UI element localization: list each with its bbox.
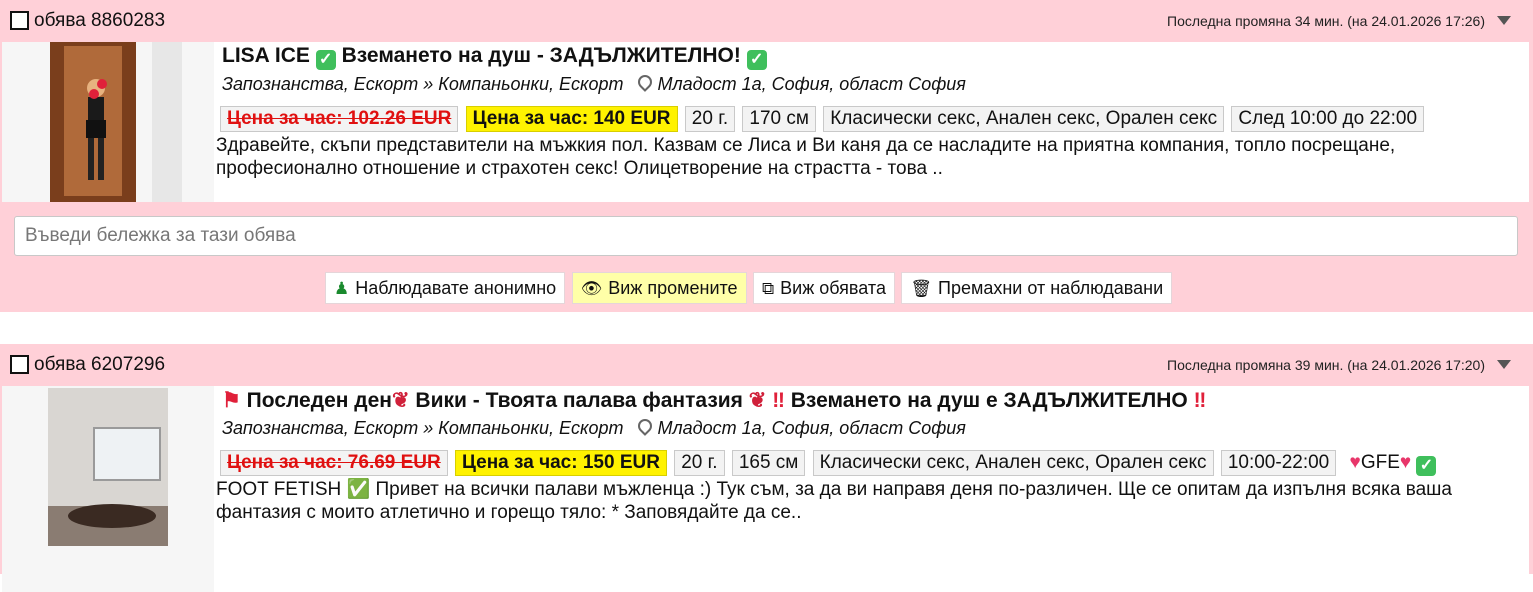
- tags-row: Цена за час: 76.69 EUR Цена за час: 150 …: [220, 450, 1437, 476]
- heart-icon: ♥: [1349, 452, 1361, 473]
- rose-icon: ❦: [748, 389, 767, 412]
- category-breadcrumb[interactable]: Запознанства, Ескорт » Компаньонки, Еско…: [222, 418, 624, 438]
- listing-description: Здравейте, скъпи представители на мъжкия…: [216, 135, 1396, 179]
- incognito-icon: ♟: [334, 279, 350, 298]
- location: Младост 1а, София, област София: [657, 74, 966, 94]
- view-ad-label: Виж обявата: [780, 278, 886, 298]
- view-changes-button[interactable]: 👁 Виж промените: [571, 272, 747, 304]
- location-pin-icon: [634, 72, 655, 92]
- listing-photo[interactable]: [2, 42, 214, 202]
- age-tag: 20 г.: [674, 450, 725, 476]
- height-tag: 165 см: [731, 450, 806, 476]
- remove-label: Премахни от наблюдавани: [938, 278, 1164, 298]
- checkbox-icon[interactable]: [10, 355, 29, 374]
- hours-tag: 10:00-22:00: [1220, 450, 1337, 476]
- rose-icon: ❦: [391, 389, 410, 412]
- eye-icon: 👁: [580, 279, 603, 298]
- flag-icon: ⚑: [222, 389, 241, 412]
- gfe-badge: ♥GFE♥ ✓: [1350, 452, 1437, 476]
- checkmark-icon: ✓: [1416, 456, 1437, 476]
- listing-description: FOOT FETISH ✅ Привет на всички палави мъ…: [216, 479, 1452, 523]
- checkmark-icon: ✓: [746, 50, 767, 70]
- tags-row: Цена за час: 102.26 EUR Цена за час: 140…: [220, 106, 1426, 132]
- location: Младост 1а, София, област София: [657, 418, 966, 438]
- location-pin-icon: [634, 416, 655, 436]
- height-tag: 170 см: [742, 106, 816, 132]
- services-tag: Класически секс, Анален секс, Орален сек…: [812, 450, 1214, 476]
- old-price-tag: Цена за час: 76.69 EUR: [220, 450, 448, 476]
- last-updated: Последна промяна 39 мин. (на 24.01.2026 …: [1167, 357, 1485, 373]
- checkbox-icon[interactable]: [10, 11, 29, 30]
- view-ad-button[interactable]: ⧉ Виж обявата: [753, 272, 895, 304]
- caret-down-icon[interactable]: [1497, 16, 1511, 25]
- listing-title-text: Последен ден: [246, 389, 392, 412]
- new-price-tag: Цена за час: 140 EUR: [465, 106, 678, 132]
- listing-title-text: Вземането на душ е ЗАДЪЛЖИТЕЛНО: [790, 389, 1188, 412]
- exclamation-icon: ‼: [772, 389, 785, 412]
- listing-card: обява 8860283 Последна промяна 34 мин. (…: [0, 0, 1533, 312]
- heart-icon: ♥: [1399, 452, 1412, 473]
- category-line: Запознанства, Ескорт » Компаньонки, Еско…: [222, 72, 966, 95]
- last-updated: Последна промяна 34 мин. (на 24.01.2026 …: [1167, 13, 1485, 29]
- view-changes-label: Виж промените: [608, 278, 738, 298]
- watching-anonymously-button[interactable]: ♟ Наблюдавате анонимно: [325, 272, 566, 304]
- trash-icon: 🗑: [910, 279, 933, 298]
- note-input[interactable]: [14, 216, 1518, 256]
- external-link-icon: ⧉: [762, 279, 775, 298]
- category-line: Запознанства, Ескорт » Компаньонки, Еско…: [222, 416, 966, 439]
- exclamation-icon: ‼: [1193, 389, 1207, 412]
- remove-from-watched-button[interactable]: 🗑 Премахни от наблюдавани: [901, 272, 1173, 304]
- checkmark-icon: ✓: [315, 50, 336, 70]
- ad-id: обява 8860283: [34, 10, 166, 31]
- listing-header: обява 6207296 Последна промяна 39 мин. (…: [0, 344, 1533, 386]
- listing-title[interactable]: LISA ICE ✓ Вземането на душ - ЗАДЪЛЖИТЕЛ…: [222, 44, 767, 70]
- listing-name: Вики - Твоята палава фантазия: [415, 389, 743, 412]
- hours-tag: След 10:00 до 22:00: [1231, 106, 1425, 132]
- listing-body: LISA ICE ✓ Вземането на душ - ЗАДЪЛЖИТЕЛ…: [214, 42, 1529, 202]
- action-bar: ♟ Наблюдавате анонимно 👁 Виж промените ⧉ Ви…: [325, 272, 1174, 304]
- gfe-label: GFE: [1360, 452, 1400, 473]
- listing-header: обява 8860283 Последна промяна 34 мин. (…: [0, 0, 1533, 42]
- services-tag: Класически секс, Анален секс, Орален сек…: [823, 106, 1225, 132]
- listing-card: обява 6207296 Последна промяна 39 мин. (…: [0, 344, 1533, 592]
- listing-title[interactable]: ⚑ Последен ден❦ Вики - Твоята палава фан…: [222, 388, 1206, 413]
- listing-name: LISA ICE: [222, 44, 310, 67]
- category-breadcrumb[interactable]: Запознанства, Ескорт » Компаньонки, Еско…: [222, 74, 624, 94]
- ad-id: обява 6207296: [34, 354, 166, 375]
- new-price-tag: Цена за час: 150 EUR: [455, 450, 667, 476]
- listing-body: ⚑ Последен ден❦ Вики - Твоята палава фан…: [214, 386, 1529, 592]
- old-price-tag: Цена за час: 102.26 EUR: [220, 106, 459, 132]
- listing-photo[interactable]: [2, 386, 214, 592]
- age-tag: 20 г.: [684, 106, 736, 132]
- caret-down-icon[interactable]: [1497, 360, 1511, 369]
- watching-label: Наблюдавате анонимно: [355, 278, 557, 298]
- listing-title-text: Вземането на душ - ЗАДЪЛЖИТЕЛНО!: [341, 44, 741, 67]
